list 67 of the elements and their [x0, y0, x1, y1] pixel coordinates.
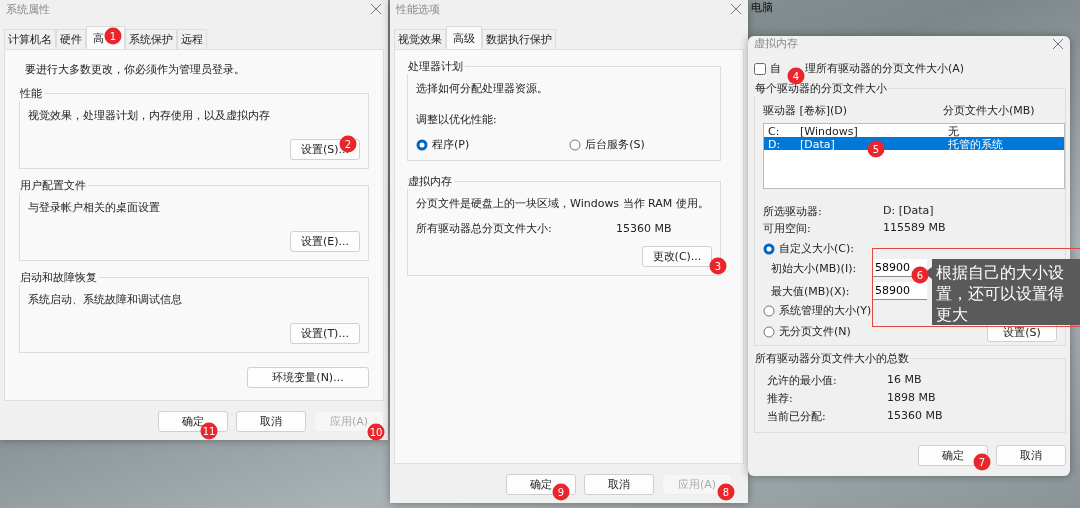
window-title: 虚拟内存 [754, 36, 798, 51]
tab[interactable]: 硬件 [56, 29, 86, 49]
close-icon[interactable] [370, 3, 382, 15]
group-title: 每个驱动器的分页文件大小 [753, 81, 889, 96]
admin-note: 要进行大多数更改，你必须作为管理员登录。 [25, 62, 246, 77]
drive-row[interactable]: C: [Windows] 无 [764, 124, 1064, 137]
radio-label: 后台服务(S) [585, 137, 645, 152]
callout: 根据自己的大小设置，还可以设置得更大 [932, 259, 1080, 325]
close-icon[interactable] [1052, 37, 1064, 50]
radio-label: 系统管理的大小(Y) [779, 303, 872, 318]
info-value: D: [Data] [883, 204, 935, 219]
environment-variables-button[interactable]: 环境变量(N)... [247, 367, 369, 388]
tab[interactable]: 计算机名 [4, 29, 56, 49]
change-button[interactable]: 更改(C)... [642, 246, 712, 267]
group-title: 用户配置文件 [18, 178, 88, 193]
group-title: 虚拟内存 [406, 174, 454, 189]
tab[interactable]: 数据执行保护 [482, 29, 556, 49]
group-title: 性能 [18, 86, 44, 101]
radio-label: 程序(P) [432, 137, 470, 152]
radio-button[interactable] [569, 138, 582, 151]
checkbox-label: 自 [770, 61, 781, 76]
info-label: 可用空间: [763, 221, 812, 236]
radio-label: 自定义大小(C): [779, 241, 854, 256]
group-description: 与登录帐户相关的桌面设置 [28, 200, 161, 215]
total-label: 所有驱动器总分页文件大小: [416, 221, 553, 236]
group-description: 视觉效果，处理器计划，内存使用，以及虚拟内存 [28, 108, 271, 123]
dialog-button[interactable]: 取消 [584, 474, 654, 495]
info-label: 推荐: [767, 391, 794, 406]
field-label: 最大值(MB)(X): [771, 283, 851, 299]
desktop-icon-label[interactable]: 电脑 [751, 0, 773, 15]
group-description: 分页文件是硬盘上的一块区域，Windows 当作 RAM 使用。 [416, 196, 710, 211]
info-label: 允许的最小值: [767, 373, 838, 388]
dialog-button[interactable]: 取消 [996, 445, 1066, 466]
tab[interactable]: 视觉效果 [394, 29, 446, 49]
tab[interactable]: 远程 [177, 29, 207, 49]
window-title: 系统属性 [6, 1, 50, 17]
settings-button[interactable]: 设置(E)... [290, 231, 360, 252]
dialog-button[interactable]: 取消 [236, 411, 306, 432]
info-value: 115589 MB [883, 221, 947, 236]
info-value: 15360 MB [887, 409, 944, 424]
close-icon[interactable] [730, 3, 742, 15]
checkbox[interactable] [754, 62, 766, 75]
group-title: 启动和故障恢复 [18, 270, 99, 285]
radio-label: 无分页文件(N) [779, 324, 851, 339]
radio-button[interactable] [763, 304, 775, 317]
group-description: 选择如何分配处理器资源。 [416, 81, 549, 96]
info-label: 当前已分配: [767, 409, 827, 424]
radio-button[interactable] [416, 138, 428, 151]
settings-button[interactable]: 设置(T)... [290, 323, 360, 344]
radio-button[interactable] [763, 242, 775, 255]
checkbox-label: 理所有驱动器的分页文件大小(A) [805, 61, 965, 76]
column-header: 分页文件大小(MB) [943, 103, 1036, 118]
radio-button[interactable] [763, 325, 775, 338]
info-value: 1898 MB [887, 391, 937, 406]
tab[interactable]: 高级 [446, 26, 482, 50]
window-title: 性能选项 [396, 1, 440, 17]
field-label: 初始大小(MB)(I): [771, 260, 858, 276]
group-title: 处理器计划 [406, 59, 465, 74]
info-label: 所选驱动器: [763, 204, 823, 219]
tab[interactable]: 系统保护 [125, 29, 177, 49]
column-header: 驱动器 [卷标](D) [763, 103, 849, 118]
total-value: 15360 MB [616, 222, 672, 235]
group-title: 所有驱动器分页文件大小的总数 [753, 351, 911, 366]
group-prompt: 调整以优化性能: [416, 112, 498, 127]
input-field[interactable]: 58900 [873, 282, 927, 300]
group-description: 系统启动、系统故障和调试信息 [28, 292, 183, 307]
info-value: 16 MB [887, 373, 923, 388]
